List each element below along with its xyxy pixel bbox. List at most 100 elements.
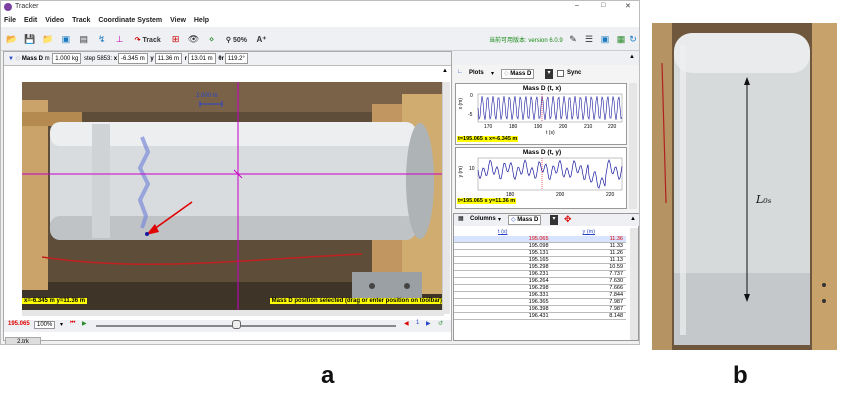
- table-row[interactable]: 196.331 7.844: [454, 291, 626, 299]
- minimize-icon[interactable]: –: [575, 2, 579, 9]
- play-icon[interactable]: ▶: [82, 320, 87, 327]
- plots-scrollbar[interactable]: [629, 83, 637, 209]
- table-row[interactable]: 195.098 11.33: [454, 242, 626, 250]
- table-collapse-icon[interactable]: ▲: [630, 216, 636, 222]
- plots-dropdown-icon[interactable]: ▾: [491, 70, 494, 77]
- column-header-y[interactable]: y (m): [552, 228, 626, 236]
- file-tab[interactable]: 2.trk: [5, 337, 41, 344]
- menu-view[interactable]: View: [170, 17, 186, 24]
- horizontal-scrollbar[interactable]: [22, 310, 444, 316]
- table-scrollbar[interactable]: [630, 228, 638, 340]
- cell-y: 11.33: [551, 242, 626, 250]
- reset-icon[interactable]: ⏮: [70, 320, 75, 327]
- menu-coordinate-system[interactable]: Coordinate System: [98, 17, 162, 24]
- table-row[interactable]: 196.264 7.630: [454, 277, 626, 285]
- visibility-icon[interactable]: 👁: [187, 31, 201, 47]
- menu-track[interactable]: Track: [72, 17, 90, 24]
- autotracker-icon[interactable]: ⊞: [169, 31, 183, 47]
- menu-file[interactable]: File: [4, 17, 16, 24]
- plot-y-xtick: 200: [556, 192, 565, 198]
- table-track-select[interactable]: ◇ Mass D: [508, 215, 542, 225]
- cell-t: 195.298: [454, 263, 552, 271]
- plots-menu[interactable]: Plots: [469, 70, 484, 76]
- zoom-button[interactable]: ⚲ 50%: [222, 33, 250, 49]
- table-row[interactable]: 195.131 11.26: [454, 249, 626, 257]
- table-row[interactable]: 196.365 7.987: [454, 298, 626, 306]
- mass-label: m: [44, 56, 50, 62]
- columns-menu[interactable]: Columns: [470, 216, 496, 222]
- cell-t: 196.298: [454, 284, 552, 292]
- axes-icon[interactable]: ⊥: [113, 31, 127, 47]
- step-size-icon[interactable]: 1: [416, 320, 419, 326]
- track-name[interactable]: Mass D: [22, 56, 43, 62]
- vertical-scrollbar[interactable]: [442, 82, 450, 314]
- step-back-icon[interactable]: ◀: [404, 320, 409, 327]
- notes-icon[interactable]: ☰: [582, 31, 596, 47]
- x-field[interactable]: -6.345 m: [118, 53, 148, 64]
- plot-y-xtick: 220: [606, 192, 615, 198]
- save-video-icon[interactable]: ▣: [59, 31, 73, 47]
- menu-bar: File Edit Video Track Coordinate System …: [1, 15, 639, 27]
- track-dropdown-icon[interactable]: ▾: [545, 69, 553, 79]
- maximize-icon[interactable]: □: [601, 2, 605, 9]
- menu-help[interactable]: Help: [194, 17, 209, 24]
- table-row[interactable]: 196.298 7.666: [454, 284, 626, 292]
- scroll-up-icon[interactable]: ▲: [442, 68, 448, 74]
- video-pane: ▼ ◇ Mass D m 1.000 kg step 5853: x -6.345…: [3, 51, 452, 341]
- menu-video[interactable]: Video: [45, 17, 64, 24]
- window-icon[interactable]: ▣: [598, 31, 612, 47]
- calibration-icon[interactable]: ↯: [95, 31, 109, 47]
- slider-thumb[interactable]: [232, 320, 241, 329]
- table-track-dropdown-icon[interactable]: ▾: [550, 215, 558, 225]
- close-icon[interactable]: ✕: [625, 2, 631, 10]
- step-label: step 5853:: [83, 56, 113, 62]
- plot-x-xtick: 190: [534, 124, 543, 130]
- loop-icon[interactable]: ↺: [438, 320, 443, 327]
- collapse-icon[interactable]: ▲: [629, 54, 635, 60]
- column-header-t[interactable]: t (s): [454, 228, 552, 236]
- table-row[interactable]: 195.298 10.59: [454, 263, 626, 271]
- timeline-slider[interactable]: [96, 325, 396, 327]
- theta-field[interactable]: 119.2°: [224, 53, 248, 64]
- table-row[interactable]: 196.431 8.148: [454, 312, 626, 320]
- zoom-field[interactable]: 100%: [34, 321, 56, 329]
- open-file-icon[interactable]: 📂: [5, 31, 19, 47]
- footprint-icon[interactable]: ⋄: [205, 31, 219, 47]
- columns-dropdown-icon[interactable]: ▾: [498, 216, 501, 223]
- track-control-icon[interactable]: ▼: [8, 56, 14, 62]
- track-point-bar: ▼ ◇ Mass D m 1.000 kg step 5853: x -6.345…: [4, 52, 451, 66]
- zoom-dropdown-icon[interactable]: ▾: [60, 321, 63, 328]
- r-field[interactable]: 13.01 m: [187, 53, 216, 64]
- plot-x-xlabel: t (s): [546, 130, 555, 136]
- video-frame[interactable]: 2.000 m: [22, 82, 444, 314]
- table-row[interactable]: 195.165 11.13: [454, 256, 626, 264]
- data-pane-header: ▲: [453, 51, 639, 65]
- step-forward-icon[interactable]: ▶: [426, 320, 431, 327]
- plot-track-select[interactable]: ◇ Mass D: [501, 69, 535, 79]
- sync-checkbox[interactable]: [557, 70, 564, 77]
- pencil-icon[interactable]: ✎: [566, 31, 580, 47]
- plot-x[interactable]: Mass D (t, x) x (m) 0 -5 170 180 190 200…: [455, 83, 627, 145]
- cell-y: 7.987: [551, 305, 626, 313]
- crosshair-icon[interactable]: ✥: [564, 214, 572, 225]
- mass-field[interactable]: 1.000 kg: [52, 53, 82, 64]
- plot-x-readout: t=195.065 s x=-6.345 m: [457, 136, 519, 142]
- time-readout[interactable]: 195.065: [8, 321, 30, 327]
- track-button[interactable]: ↷ Track: [131, 33, 165, 49]
- open-video-icon[interactable]: 📁: [41, 31, 55, 47]
- menu-edit[interactable]: Edit: [24, 17, 37, 24]
- refresh-icon[interactable]: ↻: [626, 31, 639, 47]
- save-icon[interactable]: 💾: [23, 31, 37, 47]
- clip-settings-icon[interactable]: ▤: [77, 31, 91, 47]
- font-size-button[interactable]: A⁺: [254, 32, 268, 48]
- y-field[interactable]: 11.36 m: [154, 53, 182, 64]
- table-row[interactable]: 196.231 7.737: [454, 270, 626, 278]
- version-note[interactable]: 当前可用版本: version 6.0.9: [489, 35, 563, 44]
- y-label: y: [150, 56, 154, 62]
- magnifier-icon: ⚲: [225, 37, 232, 44]
- table-row[interactable]: 196.398 7.987: [454, 305, 626, 313]
- plot-y[interactable]: Mass D (t, y) y (m) 10 180 200 220 t=195…: [455, 147, 627, 209]
- cell-y: 7.844: [551, 291, 626, 299]
- cell-t: 195.098: [454, 242, 552, 250]
- main-toolbar: 📂 💾 📁 ▣ ▤ ↯ ⊥ ↷ Track ⊞ 👁 ⋄ ⚲ 50% A⁺ 当前可…: [1, 27, 639, 51]
